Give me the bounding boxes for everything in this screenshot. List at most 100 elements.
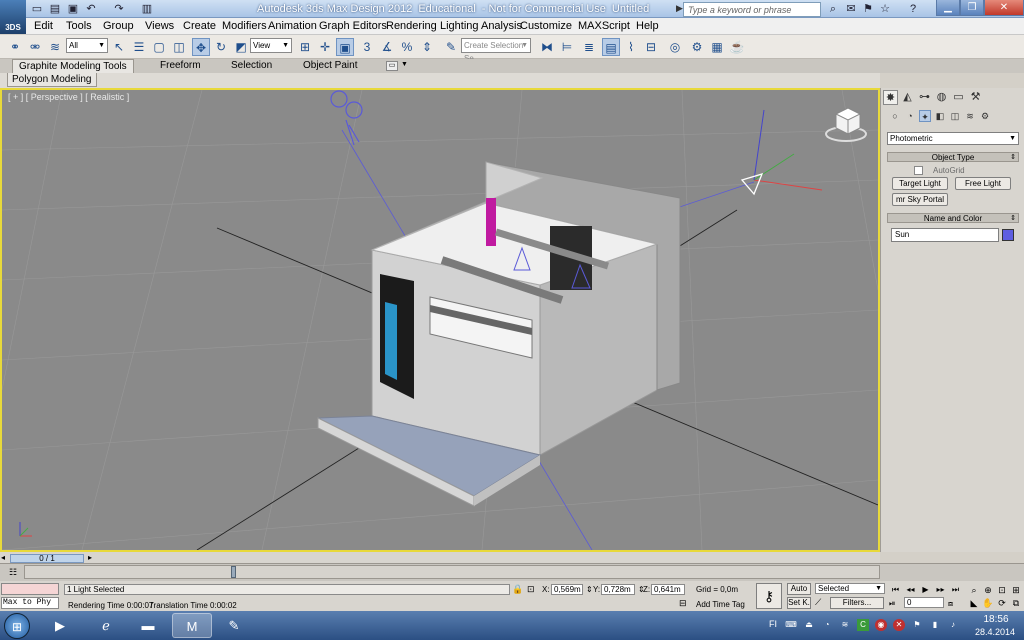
viewport-label[interactable]: [ + ] [ Perspective ] [ Realistic ] bbox=[8, 92, 129, 102]
antivirus-tray-icon[interactable]: ◉ bbox=[875, 619, 887, 631]
utilities-tab-icon[interactable]: ⚒ bbox=[968, 90, 983, 105]
set-key-icon[interactable]: ⚷ bbox=[756, 583, 782, 609]
close-button[interactable]: ✕ bbox=[984, 0, 1024, 16]
menu-maxscript[interactable]: MAXScript bbox=[578, 20, 630, 32]
geometry-icon[interactable]: ○ bbox=[889, 110, 901, 122]
menu-lighting-analysis[interactable]: Lighting Analysis bbox=[440, 20, 522, 32]
absolute-mode-icon[interactable]: ⊡ bbox=[527, 584, 535, 595]
internet-explorer-icon[interactable]: ℯ bbox=[86, 613, 126, 638]
undo-icon[interactable]: ↶ bbox=[84, 2, 98, 16]
time-slider[interactable]: 0 / 1 bbox=[10, 554, 84, 563]
render-production-icon[interactable]: ☕ bbox=[728, 38, 746, 56]
default-in-out-icon[interactable]: ⟋ bbox=[815, 597, 821, 608]
maxscript-listener-top[interactable] bbox=[1, 583, 59, 595]
tab-freeform[interactable]: Freeform bbox=[154, 59, 207, 73]
cameras-icon[interactable]: ◧ bbox=[934, 110, 946, 122]
bind-spacewarp-icon[interactable]: ≋ bbox=[46, 38, 64, 56]
mini-curve-editor-icon[interactable]: ☷ bbox=[6, 566, 20, 578]
spinner-snap-icon[interactable]: ⇕ bbox=[418, 38, 436, 56]
input-language[interactable]: FI bbox=[769, 619, 777, 629]
motion-tab-icon[interactable]: ◍ bbox=[934, 90, 949, 105]
select-and-rotate-icon[interactable]: ↻ bbox=[212, 38, 230, 56]
tab-object-paint[interactable]: Object Paint bbox=[297, 59, 363, 73]
usb-tray-icon[interactable]: ⏏ bbox=[803, 619, 815, 631]
rendered-frame-window-icon[interactable]: ▦ bbox=[708, 38, 726, 56]
add-time-tag[interactable]: Add Time Tag bbox=[696, 600, 745, 609]
select-by-name-icon[interactable]: ☰ bbox=[130, 38, 148, 56]
ribbon-dropdown-icon[interactable]: ▼ bbox=[401, 61, 408, 68]
time-tag-icon[interactable]: ⊟ bbox=[679, 598, 687, 609]
select-and-move-icon[interactable]: ✥ bbox=[192, 38, 210, 56]
curve-editor-icon[interactable]: ⌇ bbox=[622, 38, 640, 56]
wifi-tray-icon[interactable]: ≋ bbox=[839, 619, 851, 631]
graphite-ribbon-icon[interactable]: ▤ bbox=[602, 38, 620, 56]
go-to-start-icon[interactable]: ⏮ bbox=[890, 584, 901, 595]
redo-icon[interactable]: ↷ bbox=[112, 2, 126, 16]
zoom-extents-all-icon[interactable]: ⊞ bbox=[1010, 584, 1022, 596]
layer-manager-icon[interactable]: ≣ bbox=[580, 38, 598, 56]
named-selection-dropdown[interactable]: Create Selection Se▼ bbox=[461, 38, 531, 63]
volume-tray-icon[interactable]: ♪ bbox=[947, 619, 959, 631]
new-file-icon[interactable]: ▭ bbox=[30, 2, 44, 16]
network-tray-icon[interactable]: ◔ bbox=[821, 619, 833, 631]
tab-graphite-modeling-tools[interactable]: Graphite Modeling Tools bbox=[12, 59, 134, 73]
maximize-viewport-icon[interactable]: ⧉ bbox=[1010, 597, 1022, 609]
previous-frame-icon[interactable]: ◂◂ bbox=[905, 584, 916, 595]
tab-polygon-modeling[interactable]: Polygon Modeling bbox=[7, 73, 97, 87]
clock-time[interactable]: 18:56 bbox=[976, 614, 1016, 625]
clock-date[interactable]: 28.4.2014 bbox=[971, 627, 1019, 637]
light-category-dropdown[interactable]: Photometric ▼ bbox=[887, 132, 1019, 145]
systems-icon[interactable]: ⚙ bbox=[979, 110, 991, 122]
open-file-icon[interactable]: ▤ bbox=[48, 2, 62, 16]
modify-tab-icon[interactable]: ◭ bbox=[900, 90, 915, 105]
error-tray-icon[interactable]: ✕ bbox=[893, 619, 905, 631]
zoom-extents-icon[interactable]: ⊡ bbox=[996, 584, 1008, 596]
object-color-swatch[interactable] bbox=[1002, 229, 1014, 241]
track-bar-key[interactable] bbox=[231, 566, 236, 578]
shapes-icon[interactable]: ◔ bbox=[904, 110, 916, 122]
helpers-icon[interactable]: ◫ bbox=[949, 110, 961, 122]
time-configuration-icon[interactable]: ⧈ bbox=[948, 599, 953, 609]
y-spinner-icon[interactable]: ⇕ bbox=[586, 585, 593, 594]
menu-help[interactable]: Help bbox=[636, 20, 659, 32]
media-player-icon[interactable]: ▶ bbox=[40, 613, 80, 638]
keyboard-tray-icon[interactable]: ⌨ bbox=[785, 619, 797, 631]
free-light-button[interactable]: Free Light bbox=[955, 177, 1011, 190]
maxscript-listener-input[interactable]: Max to Phy bbox=[1, 597, 59, 609]
select-and-scale-icon[interactable]: ◩ bbox=[232, 38, 250, 56]
reference-coordinate-dropdown[interactable]: View ▼ bbox=[250, 38, 292, 53]
go-to-end-icon[interactable]: ⏭ bbox=[950, 584, 961, 595]
menu-rendering[interactable]: Rendering bbox=[386, 20, 437, 32]
menu-graph-editors[interactable]: Graph Editors bbox=[319, 20, 387, 32]
z-coordinate-field[interactable]: 0,641m bbox=[651, 584, 685, 595]
ribbon-options-icon[interactable]: ▭ bbox=[386, 61, 398, 71]
percent-snap-icon[interactable]: % bbox=[398, 38, 416, 56]
render-setup-icon[interactable]: ⚙ bbox=[688, 38, 706, 56]
space-warps-icon[interactable]: ≋ bbox=[964, 110, 976, 122]
orbit-icon[interactable]: ⟳ bbox=[996, 597, 1008, 609]
menu-tools[interactable]: Tools bbox=[66, 20, 92, 32]
app-logo-icon[interactable]: 3DS bbox=[0, 0, 26, 34]
menu-views[interactable]: Views bbox=[145, 20, 174, 32]
maximize-button[interactable]: ❐ bbox=[960, 0, 984, 16]
current-frame-field[interactable]: 0 bbox=[904, 597, 944, 608]
next-frame-icon[interactable]: ▸▸ bbox=[935, 584, 946, 595]
unlink-icon[interactable]: ⚮ bbox=[26, 38, 44, 56]
windows-start-icon[interactable]: ⊞ bbox=[4, 613, 30, 639]
link-icon[interactable]: ⚭ bbox=[6, 38, 24, 56]
key-filters-button[interactable]: Filters... bbox=[830, 597, 884, 609]
align-icon[interactable]: ⊨ bbox=[558, 38, 576, 56]
keyboard-shortcut-override-icon[interactable]: ▣ bbox=[336, 38, 354, 56]
favorites-star-icon[interactable]: ☆ bbox=[877, 2, 893, 17]
search-expand-icon[interactable]: ▶ bbox=[676, 3, 683, 14]
name-and-color-rollout[interactable]: Name and Color ⇕ bbox=[887, 213, 1019, 223]
view-cube-icon[interactable] bbox=[825, 107, 867, 142]
mirror-icon[interactable]: ⧓ bbox=[538, 38, 556, 56]
minimize-button[interactable]: ▁ bbox=[936, 0, 960, 16]
3ds-max-taskbar-icon[interactable]: M bbox=[172, 613, 212, 638]
zoom-all-icon[interactable]: ⊕ bbox=[982, 584, 994, 596]
schematic-view-icon[interactable]: ⊟ bbox=[642, 38, 660, 56]
key-mode-icon[interactable]: ⏯ bbox=[889, 599, 895, 609]
subscription-icon[interactable]: ⚑ bbox=[860, 2, 876, 17]
paint-icon[interactable]: ✎ bbox=[214, 613, 254, 638]
